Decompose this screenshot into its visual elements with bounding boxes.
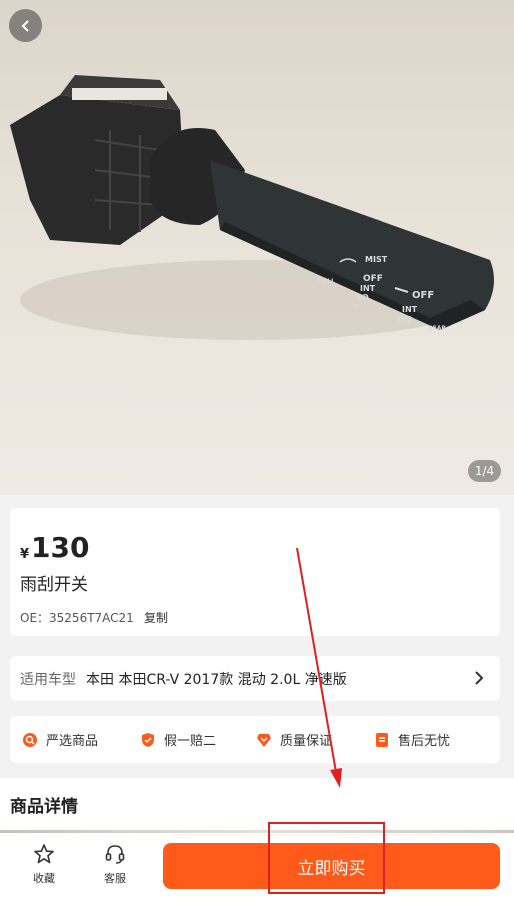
feature-item: 质量保证 <box>256 730 332 749</box>
product-title: 雨刮开关 <box>20 575 88 595</box>
copy-button[interactable]: 复制 <box>144 609 168 626</box>
back-button[interactable] <box>9 9 42 42</box>
guarantee-features: 严选商品 假一赔二 质量保证 售后无忧 <box>10 716 500 763</box>
bottom-action-bar: 收藏 客服 立即购买 <box>0 833 514 897</box>
wiper-switch-image: MIST OFF INT LO HI PULL OFF INT ON REAR <box>10 75 494 340</box>
oe-number: OE：35256T7AC21 <box>20 611 134 625</box>
shield-icon <box>142 732 154 747</box>
chevron-left-icon <box>21 19 29 32</box>
feature-item: 假一赔二 <box>140 730 216 749</box>
currency-symbol: ¥ <box>20 547 30 562</box>
customer-service-button[interactable]: 客服 <box>90 843 140 886</box>
annotation-highlight-box <box>268 822 385 894</box>
chevron-right-icon <box>475 671 484 685</box>
feature-item: 售后无忧 <box>374 730 450 749</box>
favorite-button[interactable]: 收藏 <box>19 843 69 886</box>
feature-label: 质量保证 <box>280 734 333 749</box>
feature-label: 严选商品 <box>46 734 99 749</box>
switch-label: LO <box>357 293 369 302</box>
document-icon <box>376 732 388 747</box>
switch-label: PULL <box>318 278 335 285</box>
switch-label: ON <box>398 315 412 324</box>
switch-label: REAR <box>428 325 446 332</box>
feature-label: 售后无忧 <box>398 734 451 749</box>
switch-label: OFF <box>363 274 383 284</box>
image-counter: 1/4 <box>468 460 501 482</box>
switch-label: INT <box>360 284 376 293</box>
product-details-section: 商品详情 <box>0 778 514 830</box>
switch-label: INT <box>402 305 418 314</box>
compat-label: 适用车型 <box>20 671 76 688</box>
favorite-label: 收藏 <box>33 872 55 885</box>
price: 130 <box>31 531 90 564</box>
switch-label: OFF <box>412 290 434 301</box>
section-title: 商品详情 <box>10 797 78 817</box>
diamond-icon <box>257 733 271 747</box>
compatible-vehicle-row[interactable]: 适用车型 本田 本田CR-V 2017款 混动 2.0L 净速版 <box>10 656 500 701</box>
feature-item: 严选商品 <box>22 730 98 749</box>
compat-value: 本田 本田CR-V 2017款 混动 2.0L 净速版 <box>86 671 347 688</box>
switch-label: MIST <box>365 255 388 264</box>
price-card: ¥ 130 雨刮开关 OE：35256T7AC21 复制 <box>10 508 500 636</box>
service-label: 客服 <box>104 872 126 885</box>
headset-icon <box>105 845 125 864</box>
search-badge-icon <box>23 732 37 747</box>
feature-label: 假一赔二 <box>164 734 217 749</box>
star-icon <box>34 844 54 864</box>
product-image-gallery[interactable]: MIST OFF INT LO HI PULL OFF INT ON REAR … <box>0 0 514 495</box>
switch-label: HI <box>352 303 359 310</box>
